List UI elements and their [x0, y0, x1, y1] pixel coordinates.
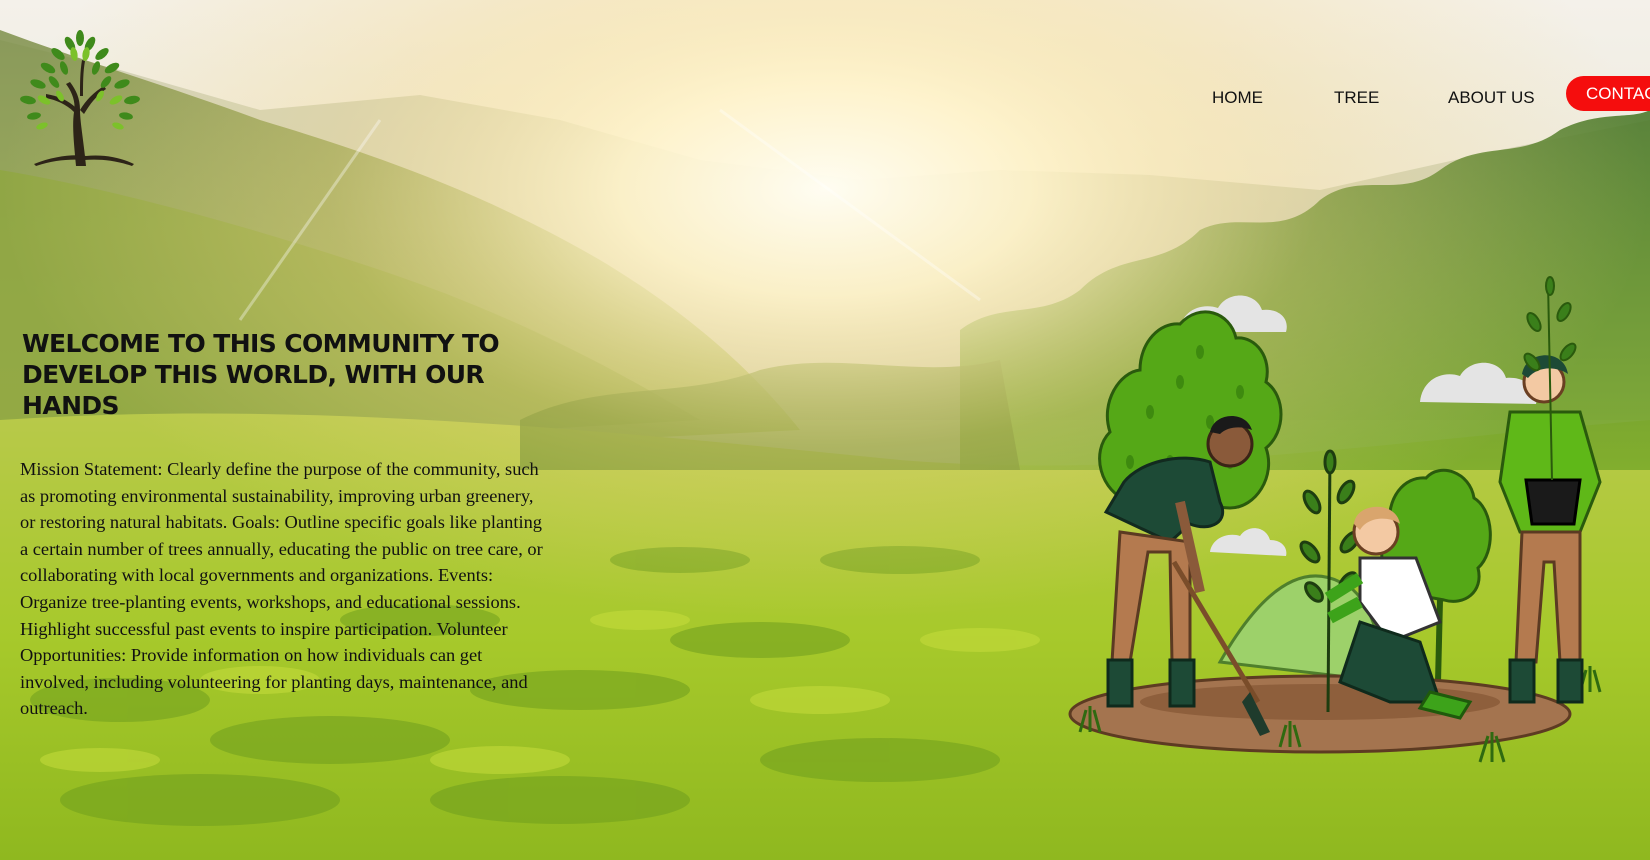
main-navigation: HOME TREE ABOUT US CONTACT [0, 76, 1650, 116]
nav-tree-link[interactable]: TREE [1334, 88, 1379, 108]
contact-button[interactable]: CONTACT [1566, 76, 1650, 111]
hero-description: Mission Statement: Clearly define the pu… [20, 459, 543, 719]
hero-title: WELCOME TO THIS COMMUNITY TO DEVELOP THI… [22, 329, 500, 420]
people-planting-tree-illustration [1068, 276, 1602, 763]
nav-home-link[interactable]: HOME [1212, 88, 1263, 108]
contact-button-label: CONTACT [1586, 84, 1650, 103]
nav-about-us-link[interactable]: ABOUT US [1448, 88, 1535, 108]
page: HOME TREE ABOUT US CONTACT WELCOME TO TH… [0, 0, 1650, 860]
